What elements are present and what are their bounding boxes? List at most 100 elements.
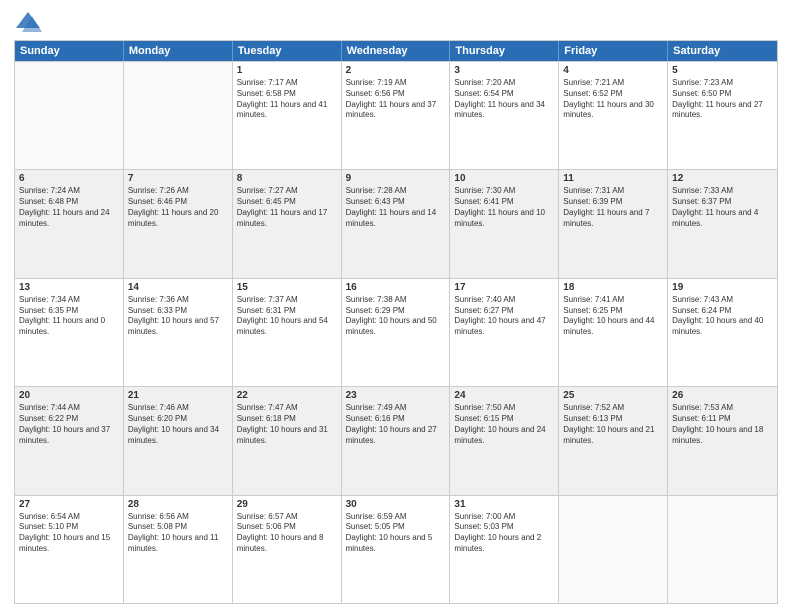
day-number: 31: [454, 499, 554, 510]
day-number: 5: [672, 65, 773, 76]
day-number: 3: [454, 65, 554, 76]
day-info: Sunrise: 7:53 AM Sunset: 6:11 PM Dayligh…: [672, 403, 773, 446]
cal-day-empty: [559, 496, 668, 603]
day-number: 4: [563, 65, 663, 76]
day-info: Sunrise: 7:37 AM Sunset: 6:31 PM Dayligh…: [237, 295, 337, 338]
day-number: 13: [19, 282, 119, 293]
day-info: Sunrise: 7:36 AM Sunset: 6:33 PM Dayligh…: [128, 295, 228, 338]
cal-day-7: 7Sunrise: 7:26 AM Sunset: 6:46 PM Daylig…: [124, 170, 233, 277]
day-info: Sunrise: 7:43 AM Sunset: 6:24 PM Dayligh…: [672, 295, 773, 338]
cal-day-28: 28 Sunrise: 6:56 AM Sunset: 5:08 PM Dayli…: [124, 496, 233, 603]
day-info: Sunrise: 7:20 AM Sunset: 6:54 PM Dayligh…: [454, 78, 554, 121]
cal-week-4: 20Sunrise: 7:44 AM Sunset: 6:22 PM Dayli…: [15, 386, 777, 494]
day-info: Sunrise: 6:57 AM Sunset: 5:06 PM Dayligh…: [237, 512, 337, 555]
day-info: Sunrise: 6:59 AM Sunset: 5:05 PM Dayligh…: [346, 512, 446, 555]
cal-week-5: 27Sunrise: 6:54 AM Sunset: 5:10 PM Dayli…: [15, 495, 777, 603]
cal-day-11: 11 Sunrise: 7:31 AM Sunset: 6:39 PM Dayli…: [559, 170, 668, 277]
cal-day-29: 29 Sunrise: 6:57 AM Sunset: 5:06 PM Dayli…: [233, 496, 342, 603]
day-number: 30: [346, 499, 446, 510]
day-info: Sunrise: 7:30 AM Sunset: 6:41 PM Dayligh…: [454, 186, 554, 229]
cal-day-31: 31 Sunrise: 7:00 AM Sunset: 5:03 PM Dayli…: [450, 496, 559, 603]
cal-day-14: 14Sunrise: 7:36 AM Sunset: 6:33 PM Dayli…: [124, 279, 233, 386]
cal-day-22: 22 Sunrise: 7:47 AM Sunset: 6:18 PM Dayli…: [233, 387, 342, 494]
day-info: Sunrise: 7:47 AM Sunset: 6:18 PM Dayligh…: [237, 403, 337, 446]
day-info: Sunrise: 7:28 AM Sunset: 6:43 PM Dayligh…: [346, 186, 446, 229]
cal-day-26: 26 Sunrise: 7:53 AM Sunset: 6:11 PM Dayli…: [668, 387, 777, 494]
day-info: Sunrise: 7:27 AM Sunset: 6:45 PM Dayligh…: [237, 186, 337, 229]
day-number: 20: [19, 390, 119, 401]
cal-day-8: 8 Sunrise: 7:27 AM Sunset: 6:45 PM Daylig…: [233, 170, 342, 277]
cal-day-25: 25 Sunrise: 7:52 AM Sunset: 6:13 PM Dayli…: [559, 387, 668, 494]
cal-day-24: 24Sunrise: 7:50 AM Sunset: 6:15 PM Dayli…: [450, 387, 559, 494]
day-info: Sunrise: 7:23 AM Sunset: 6:50 PM Dayligh…: [672, 78, 773, 121]
day-number: 24: [454, 390, 554, 401]
cal-day-empty: [15, 62, 124, 169]
cal-header-tuesday: Tuesday: [233, 41, 342, 61]
day-number: 25: [563, 390, 663, 401]
cal-day-3: 3 Sunrise: 7:20 AM Sunset: 6:54 PM Daylig…: [450, 62, 559, 169]
day-number: 2: [346, 65, 446, 76]
day-info: Sunrise: 7:52 AM Sunset: 6:13 PM Dayligh…: [563, 403, 663, 446]
day-number: 26: [672, 390, 773, 401]
cal-day-15: 15 Sunrise: 7:37 AM Sunset: 6:31 PM Dayli…: [233, 279, 342, 386]
day-info: Sunrise: 7:00 AM Sunset: 5:03 PM Dayligh…: [454, 512, 554, 555]
day-info: Sunrise: 6:56 AM Sunset: 5:08 PM Dayligh…: [128, 512, 228, 555]
cal-day-27: 27Sunrise: 6:54 AM Sunset: 5:10 PM Dayli…: [15, 496, 124, 603]
cal-day-4: 4Sunrise: 7:21 AM Sunset: 6:52 PM Daylig…: [559, 62, 668, 169]
cal-day-19: 19 Sunrise: 7:43 AM Sunset: 6:24 PM Dayli…: [668, 279, 777, 386]
cal-day-13: 13 Sunrise: 7:34 AM Sunset: 6:35 PM Dayli…: [15, 279, 124, 386]
cal-day-12: 12 Sunrise: 7:33 AM Sunset: 6:37 PM Dayli…: [668, 170, 777, 277]
cal-week-2: 6 Sunrise: 7:24 AM Sunset: 6:48 PM Daylig…: [15, 169, 777, 277]
cal-day-6: 6 Sunrise: 7:24 AM Sunset: 6:48 PM Daylig…: [15, 170, 124, 277]
day-number: 17: [454, 282, 554, 293]
calendar-header-row: SundayMondayTuesdayWednesdayThursdayFrid…: [15, 41, 777, 61]
cal-header-sunday: Sunday: [15, 41, 124, 61]
day-info: Sunrise: 7:40 AM Sunset: 6:27 PM Dayligh…: [454, 295, 554, 338]
day-number: 6: [19, 173, 119, 184]
logo: [14, 10, 46, 34]
cal-day-21: 21 Sunrise: 7:46 AM Sunset: 6:20 PM Dayli…: [124, 387, 233, 494]
page: SundayMondayTuesdayWednesdayThursdayFrid…: [0, 0, 792, 612]
day-number: 15: [237, 282, 337, 293]
day-info: Sunrise: 7:17 AM Sunset: 6:58 PM Dayligh…: [237, 78, 337, 121]
day-info: Sunrise: 7:46 AM Sunset: 6:20 PM Dayligh…: [128, 403, 228, 446]
day-number: 29: [237, 499, 337, 510]
day-info: Sunrise: 7:41 AM Sunset: 6:25 PM Dayligh…: [563, 295, 663, 338]
day-number: 27: [19, 499, 119, 510]
cal-day-1: 1 Sunrise: 7:17 AM Sunset: 6:58 PM Daylig…: [233, 62, 342, 169]
cal-day-23: 23Sunrise: 7:49 AM Sunset: 6:16 PM Dayli…: [342, 387, 451, 494]
day-info: Sunrise: 7:33 AM Sunset: 6:37 PM Dayligh…: [672, 186, 773, 229]
cal-day-17: 17 Sunrise: 7:40 AM Sunset: 6:27 PM Dayli…: [450, 279, 559, 386]
day-number: 28: [128, 499, 228, 510]
general-blue-icon: [14, 10, 42, 34]
cal-day-empty: [124, 62, 233, 169]
cal-day-9: 9 Sunrise: 7:28 AM Sunset: 6:43 PM Daylig…: [342, 170, 451, 277]
day-info: Sunrise: 7:49 AM Sunset: 6:16 PM Dayligh…: [346, 403, 446, 446]
cal-header-monday: Monday: [124, 41, 233, 61]
cal-day-empty: [668, 496, 777, 603]
day-number: 16: [346, 282, 446, 293]
calendar-body: 1 Sunrise: 7:17 AM Sunset: 6:58 PM Daylig…: [15, 61, 777, 603]
cal-day-2: 2 Sunrise: 7:19 AM Sunset: 6:56 PM Daylig…: [342, 62, 451, 169]
day-info: Sunrise: 7:19 AM Sunset: 6:56 PM Dayligh…: [346, 78, 446, 121]
cal-day-20: 20Sunrise: 7:44 AM Sunset: 6:22 PM Dayli…: [15, 387, 124, 494]
cal-week-1: 1 Sunrise: 7:17 AM Sunset: 6:58 PM Daylig…: [15, 61, 777, 169]
day-number: 8: [237, 173, 337, 184]
cal-week-3: 13 Sunrise: 7:34 AM Sunset: 6:35 PM Dayli…: [15, 278, 777, 386]
cal-header-friday: Friday: [559, 41, 668, 61]
cal-day-18: 18Sunrise: 7:41 AM Sunset: 6:25 PM Dayli…: [559, 279, 668, 386]
day-info: Sunrise: 7:26 AM Sunset: 6:46 PM Dayligh…: [128, 186, 228, 229]
day-number: 22: [237, 390, 337, 401]
day-info: Sunrise: 7:31 AM Sunset: 6:39 PM Dayligh…: [563, 186, 663, 229]
day-number: 12: [672, 173, 773, 184]
cal-header-wednesday: Wednesday: [342, 41, 451, 61]
day-info: Sunrise: 7:24 AM Sunset: 6:48 PM Dayligh…: [19, 186, 119, 229]
day-number: 11: [563, 173, 663, 184]
day-info: Sunrise: 7:34 AM Sunset: 6:35 PM Dayligh…: [19, 295, 119, 338]
day-number: 9: [346, 173, 446, 184]
day-info: Sunrise: 7:38 AM Sunset: 6:29 PM Dayligh…: [346, 295, 446, 338]
day-number: 21: [128, 390, 228, 401]
day-number: 19: [672, 282, 773, 293]
cal-day-5: 5 Sunrise: 7:23 AM Sunset: 6:50 PM Daylig…: [668, 62, 777, 169]
day-number: 1: [237, 65, 337, 76]
